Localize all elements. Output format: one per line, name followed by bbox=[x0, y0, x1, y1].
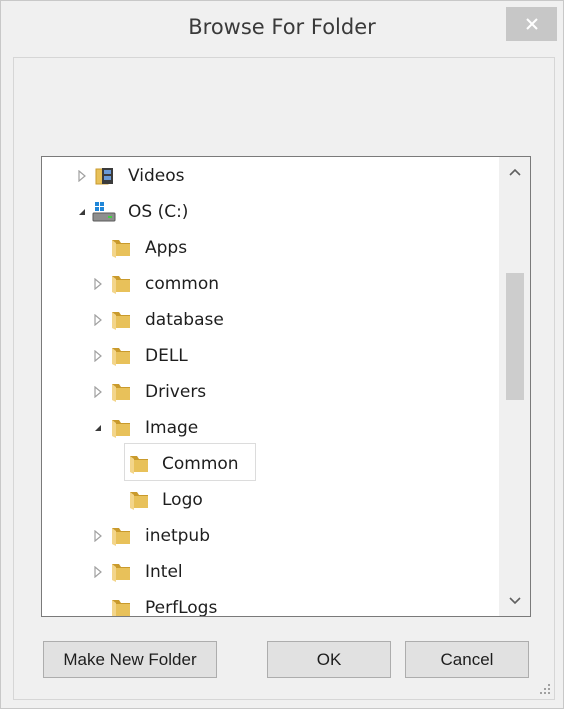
tree-item-label: Logo bbox=[162, 490, 203, 510]
browse-for-folder-dialog: Browse For Folder Videos OS (C:) Apps co… bbox=[0, 0, 564, 709]
tree-item-label: common bbox=[145, 274, 220, 294]
tree-item-common[interactable]: common bbox=[42, 267, 498, 301]
folder-icon bbox=[110, 525, 132, 547]
close-button[interactable] bbox=[506, 7, 557, 41]
tree-item-inetpub[interactable]: inetpub bbox=[42, 519, 498, 553]
folder-icon bbox=[110, 561, 132, 583]
expand-arrow-icon[interactable] bbox=[90, 375, 106, 409]
tree-item-dell[interactable]: DELL bbox=[42, 339, 498, 373]
folder-icon bbox=[110, 417, 132, 439]
resize-grip-icon[interactable] bbox=[537, 681, 553, 697]
tree-item-label: PerfLogs bbox=[145, 598, 218, 617]
collapse-arrow-icon[interactable] bbox=[74, 195, 90, 229]
close-icon bbox=[525, 18, 538, 30]
drive-icon bbox=[92, 201, 116, 223]
folder-icon bbox=[110, 345, 132, 367]
scrollbar-thumb[interactable] bbox=[506, 273, 524, 400]
tree-item-label: Drivers bbox=[145, 382, 207, 402]
tree-item-videos[interactable]: Videos bbox=[42, 159, 498, 193]
expand-arrow-icon[interactable] bbox=[90, 339, 106, 373]
tree-item-label: DELL bbox=[145, 346, 188, 366]
folder-icon bbox=[110, 309, 132, 331]
tree-item-label: Apps bbox=[145, 238, 188, 258]
tree-item-common-selected[interactable]: Common bbox=[42, 443, 498, 481]
tree-item-perflogs[interactable]: PerfLogs bbox=[42, 591, 498, 617]
folder-icon bbox=[110, 237, 132, 259]
tree-item-logo[interactable]: Logo bbox=[42, 483, 498, 517]
expand-arrow-icon[interactable] bbox=[90, 519, 106, 553]
folder-icon bbox=[128, 489, 150, 511]
collapse-arrow-icon[interactable] bbox=[90, 411, 106, 445]
make-new-folder-button[interactable]: Make New Folder bbox=[43, 641, 217, 678]
folder-icon bbox=[128, 453, 150, 475]
tree-item-label: Intel bbox=[145, 562, 183, 582]
expand-arrow-icon[interactable] bbox=[90, 267, 106, 301]
tree-item-label: OS (C:) bbox=[128, 202, 189, 222]
ok-button[interactable]: OK bbox=[267, 641, 391, 678]
videos-library-icon bbox=[94, 165, 116, 187]
tree-item-database[interactable]: database bbox=[42, 303, 498, 337]
expand-arrow-icon[interactable] bbox=[74, 159, 90, 193]
tree-item-apps[interactable]: Apps bbox=[42, 231, 498, 265]
vertical-scrollbar[interactable] bbox=[499, 157, 530, 616]
title-bar[interactable]: Browse For Folder bbox=[1, 1, 563, 59]
tree-item-os-c[interactable]: OS (C:) bbox=[42, 195, 498, 229]
cancel-button[interactable]: Cancel bbox=[405, 641, 529, 678]
expand-arrow-icon[interactable] bbox=[90, 303, 106, 337]
tree-item-label: Image bbox=[145, 418, 199, 438]
dialog-title: Browse For Folder bbox=[188, 15, 376, 39]
tree-item-image[interactable]: Image bbox=[42, 411, 498, 445]
tree-item-label: database bbox=[145, 310, 224, 330]
folder-icon bbox=[110, 597, 132, 616]
folder-icon bbox=[110, 273, 132, 295]
chevron-down-icon bbox=[509, 597, 521, 605]
scroll-down-button[interactable] bbox=[499, 586, 530, 616]
tree-item-label: Videos bbox=[128, 166, 185, 186]
chevron-up-icon bbox=[509, 168, 521, 176]
tree-item-drivers[interactable]: Drivers bbox=[42, 375, 498, 409]
folder-tree[interactable]: Videos OS (C:) Apps common database DELL… bbox=[41, 156, 531, 617]
folder-icon bbox=[110, 381, 132, 403]
expand-arrow-icon[interactable] bbox=[90, 555, 106, 589]
tree-item-intel[interactable]: Intel bbox=[42, 555, 498, 589]
scroll-up-button[interactable] bbox=[499, 157, 530, 187]
tree-item-label: inetpub bbox=[145, 526, 210, 546]
tree-item-label: Common bbox=[162, 454, 239, 474]
